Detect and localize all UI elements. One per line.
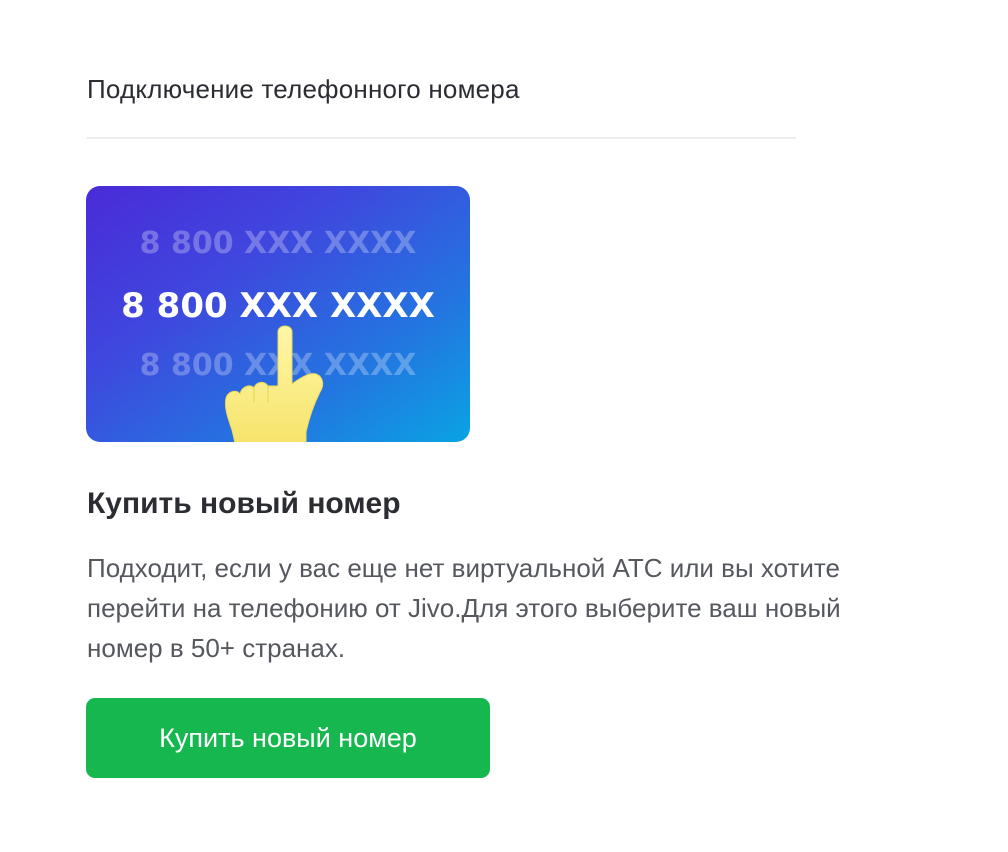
option-title: Купить новый номер bbox=[87, 487, 401, 520]
divider bbox=[87, 137, 796, 139]
faded-phone-number: 8 800 XXX XXXX bbox=[139, 226, 417, 261]
promo-card: 8 800 XXX XXXX 8 800 XXX XXXX 8 800 XXX … bbox=[86, 186, 470, 442]
buy-number-button[interactable]: Купить новый номер bbox=[86, 698, 490, 778]
option-description: Подходит, если у вас еще нет виртуальной… bbox=[87, 553, 841, 663]
hand-pointer-icon bbox=[225, 325, 324, 442]
highlighted-phone-number: 8 800 XXX XXXX bbox=[121, 286, 435, 326]
page-title: Подключение телефонного номера bbox=[87, 74, 520, 104]
